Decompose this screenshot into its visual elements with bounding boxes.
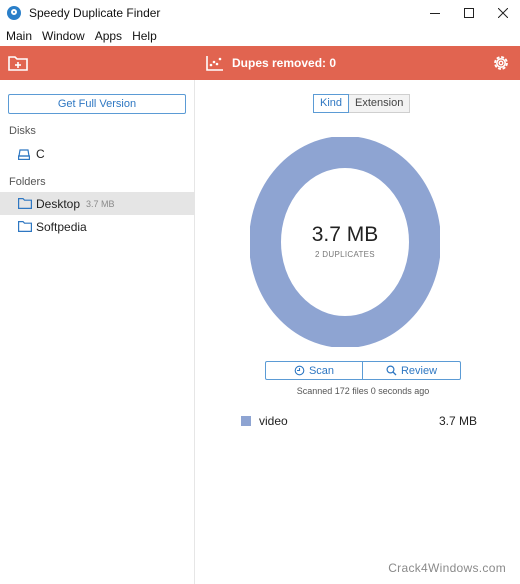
folder-label: Softpedia [36,219,87,234]
legend-label: video [259,414,288,428]
title-bar: Speedy Duplicate Finder [0,0,520,26]
add-folder-icon [8,56,28,71]
main-panel: Kind Extension 3.7 MB 2 DUPLICATES Scan … [195,80,520,584]
folder-icon [18,221,32,232]
minimize-button[interactable] [418,0,452,26]
disk-item-c[interactable]: C [0,144,195,164]
review-button[interactable]: Review [363,361,461,380]
minimize-icon [430,13,440,14]
tab-extension[interactable]: Extension [349,94,411,113]
disks-heading: Disks [9,125,36,137]
settings-button[interactable] [491,53,511,73]
dupes-removed-label: Dupes removed: 0 [232,56,337,70]
search-icon [386,365,397,376]
menu-bar: Main Window Apps Help [0,26,520,46]
app-logo-icon [7,6,21,20]
legend-value: 3.7 MB [438,414,477,428]
scan-status-text: Scanned 172 files 0 seconds ago [296,386,430,396]
gear-icon [494,56,508,70]
dupes-removed-status: Dupes removed: 0 [206,53,336,73]
sidebar: Get Full Version Disks C Folders Desktop… [0,80,195,584]
folder-size: 3.7 MB [86,198,115,209]
window-title: Speedy Duplicate Finder [29,6,161,20]
maximize-icon [464,8,474,18]
scan-button[interactable]: Scan [265,361,363,380]
folder-icon [18,198,32,209]
watermark: Crack4Windows.com [388,561,506,575]
menu-window[interactable]: Window [37,29,90,43]
scan-label: Scan [308,364,335,377]
folder-label: Desktop [36,196,81,211]
folder-item-desktop[interactable]: Desktop 3.7 MB [0,192,195,215]
menu-apps[interactable]: Apps [90,29,127,43]
menu-main[interactable]: Main [0,29,37,43]
menu-help[interactable]: Help [127,29,162,43]
toolbar: Dupes removed: 0 [0,46,520,80]
group-by-toggle: Kind Extension [313,94,411,113]
action-buttons: Scan Review [265,361,461,380]
chart-icon [206,56,223,71]
review-label: Review [400,364,438,377]
folders-heading: Folders [9,176,46,188]
window-controls [418,0,520,26]
drive-icon [18,148,30,160]
duplicates-count: 2 DUPLICATES [315,250,375,259]
disk-label: C [36,147,45,161]
add-folder-button[interactable] [8,53,28,73]
close-icon [498,8,508,18]
tab-kind[interactable]: Kind [313,94,350,113]
folder-item-softpedia[interactable]: Softpedia [0,215,195,238]
maximize-button[interactable] [452,0,486,26]
get-full-version-button[interactable]: Get Full Version [8,94,186,114]
total-size-value: 3.7 MB [311,223,379,246]
scan-icon [294,365,305,376]
close-button[interactable] [486,0,520,26]
legend-swatch [241,416,251,426]
legend-item: video 3.7 MB [241,413,477,429]
